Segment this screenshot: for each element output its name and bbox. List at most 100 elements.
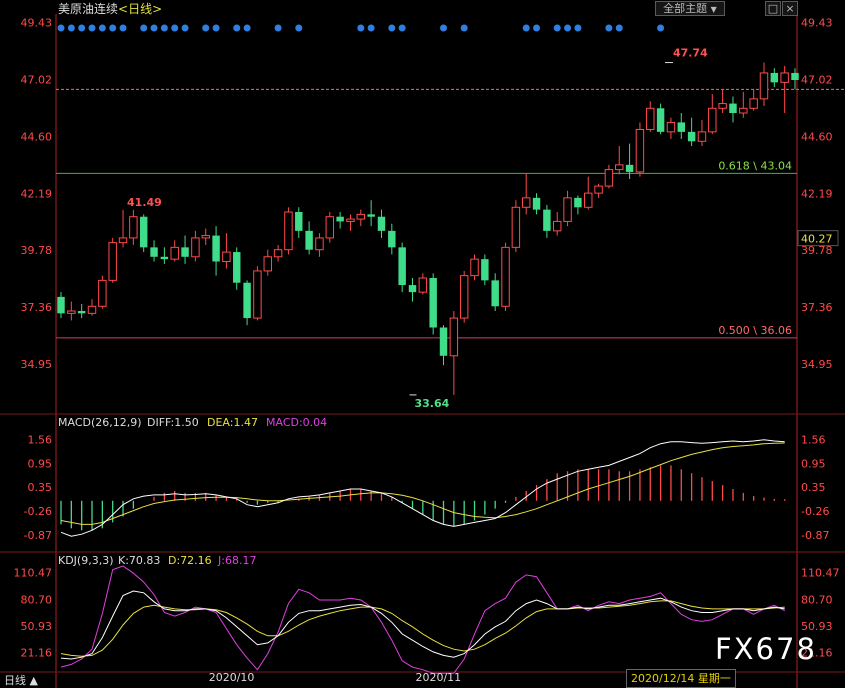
price-tick-left: 37.36 [21, 301, 53, 314]
y-axis-labels: 49.43 49.43 47.02 47.02 44.60 44.60 42.19 42.19… [21, 17, 833, 371]
candlestick-series[interactable] [57, 62, 799, 395]
candle-body-down [729, 103, 737, 113]
candle-body-up [521, 197, 531, 208]
close-button[interactable]: × [782, 1, 798, 16]
candle-body-up [635, 129, 645, 173]
price-tick-left: 39.78 [21, 244, 53, 257]
candle-body-down [160, 256, 169, 260]
candle-body-down [770, 72, 779, 83]
event-dot [171, 24, 179, 32]
event-dot [150, 24, 158, 32]
instrument-name: 美原油连续 [58, 2, 119, 16]
candle-body-up [615, 164, 624, 171]
candle-body-up [563, 197, 572, 222]
candle-body-up [129, 216, 138, 239]
x-axis-labels: 2020/10 2020/11 [209, 671, 461, 684]
candle-body-up [470, 258, 479, 277]
candle-body-down [377, 216, 386, 231]
candle-body-down [439, 327, 448, 356]
diff-line [60, 439, 785, 537]
macd-dea-value: DEA:1.47 [207, 416, 258, 429]
event-dot [274, 24, 282, 32]
event-dot [574, 24, 582, 32]
candle-body-up [253, 270, 262, 319]
candle-body-up [459, 275, 469, 319]
macd-diff-value: DIFF:1.50 [147, 416, 199, 429]
candle-body-down [491, 280, 499, 307]
square-icon: □ [767, 2, 779, 15]
period-selector[interactable]: <日线> [118, 2, 162, 16]
candle-body-down [150, 247, 158, 257]
event-dot [98, 24, 106, 32]
candle-body-up [584, 192, 593, 208]
fib-label: 0.500 \ 36.06 [718, 324, 792, 337]
candle-body-down [295, 212, 303, 231]
event-dots[interactable] [57, 24, 665, 32]
price-tick-right: 42.19 [801, 187, 833, 200]
event-dot [202, 24, 210, 32]
period-toggle[interactable]: 日线 ▲ [4, 672, 38, 688]
candle-body-up [759, 72, 769, 100]
event-dot [212, 24, 220, 32]
maximize-button[interactable]: □ [765, 1, 781, 16]
candle-body-down [408, 285, 417, 293]
event-dot [109, 24, 117, 32]
candle-body-up [87, 305, 97, 314]
cursor-date-badge: 2020/12/14 星期一 [626, 669, 736, 688]
candle-body-up [222, 251, 231, 262]
candle-body-up [749, 98, 758, 109]
candle-body-down [656, 108, 665, 132]
event-dot [615, 24, 623, 32]
candle-body-up [418, 277, 428, 293]
event-dot [140, 24, 148, 32]
candle-body-up [553, 220, 562, 232]
candle-body-down [139, 216, 148, 248]
event-dot [367, 24, 375, 32]
price-tick-left: 42.19 [21, 187, 53, 200]
x-axis-date-label: 2020/10 [209, 671, 255, 684]
candle-body-down [398, 247, 406, 286]
candle-body-up [780, 72, 789, 83]
event-dot [564, 24, 572, 32]
high-price-label: 47.74 [673, 47, 708, 60]
event-dot [522, 24, 530, 32]
candle-body-down [574, 197, 582, 208]
low-price-label: 33.64 [414, 397, 449, 410]
candle-body-up [273, 249, 283, 258]
price-tick-left: 49.43 [21, 17, 53, 30]
price-tick-right: 37.36 [801, 301, 833, 314]
macd-title: MACD(26,12,9) [58, 416, 142, 429]
price-tick-left: 44.60 [21, 131, 53, 144]
event-dot [295, 24, 303, 32]
kdj-j-value: J:68.17 [217, 554, 256, 567]
candle-body-up [708, 107, 717, 133]
macd-tick-left: -0.87 [24, 529, 52, 542]
event-dot [357, 24, 365, 32]
candle-body-up [170, 246, 179, 260]
candle-body-down [687, 131, 696, 142]
theme-dropdown[interactable]: 全部主题 ▼ [655, 1, 725, 16]
event-dot [119, 24, 127, 32]
event-dot [553, 24, 561, 32]
macd-tick-right: -0.87 [801, 529, 829, 542]
k-line [60, 590, 785, 660]
macd-tick-left: -0.26 [24, 505, 52, 518]
macd-tick-left: 1.56 [28, 433, 53, 446]
j-line [60, 565, 785, 674]
candle-body-up [646, 107, 655, 130]
event-dot [460, 24, 468, 32]
theme-dropdown-label: 全部主题 [663, 2, 708, 15]
price-tick-right: 49.43 [801, 17, 833, 30]
candle-body-down [212, 235, 220, 262]
candle-body-down [305, 230, 313, 250]
kdj-k-value: K:70.83 [118, 554, 160, 567]
macd-tick-right: 1.56 [801, 433, 826, 446]
price-tick-right: 44.60 [801, 131, 833, 144]
candle-body-up [284, 211, 293, 251]
kdj-tick-right: 110.47 [801, 567, 840, 580]
candle-body-up [594, 185, 603, 194]
event-dot [78, 24, 86, 32]
chart-canvas: 0.618 \ 43.04 0.500 \ 36.06 47.74 41.49 33.… [0, 14, 845, 688]
candle-body-down [233, 252, 241, 283]
chart-title: 美原油连续<日线> [58, 0, 162, 17]
